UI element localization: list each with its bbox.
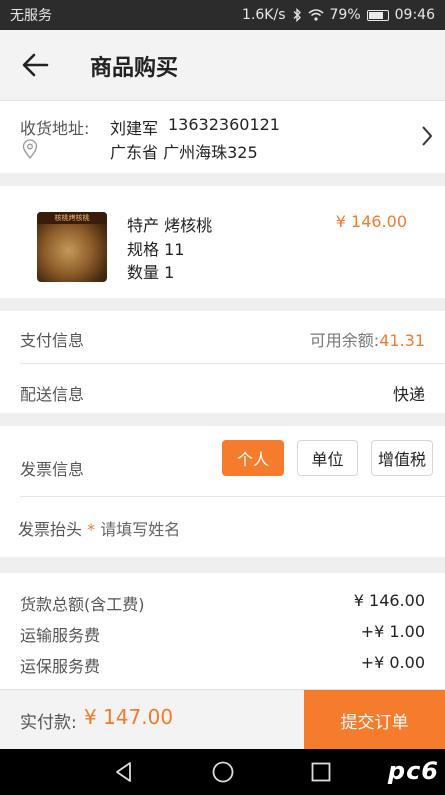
invoice-title-label: 发票抬头	[18, 520, 83, 539]
invoice-option-vat[interactable]: 增值税	[371, 440, 433, 476]
fee-value: +¥ 1.00	[360, 622, 425, 641]
product-name: 特产 烤核桃	[127, 216, 213, 235]
system-nav-bar: pc6	[0, 749, 445, 795]
watermark-logo: pc6	[388, 757, 439, 785]
balance-label: 可用余额:	[309, 331, 380, 350]
invoice-option-personal[interactable]: 个人	[222, 440, 284, 476]
chevron-right-icon	[422, 126, 433, 146]
product-image-caption: 核桃烤核桃	[37, 212, 107, 224]
product-price: ¥ 146.00	[335, 212, 407, 231]
fees-card: 货款总额(含工费) ¥ 146.00 运输服务费 +¥ 1.00 运保服务费 +…	[0, 573, 445, 689]
carrier-text: 无服务	[10, 8, 52, 24]
recipient-phone: 13632360121	[168, 115, 280, 134]
balance-row: 可用余额:41.31	[310, 327, 425, 351]
fee-label: 货款总额(含工费)	[20, 595, 145, 614]
balance-value: 41.31	[379, 331, 425, 350]
page-title: 商品购买	[90, 56, 179, 81]
recipient-name: 刘建军	[110, 119, 159, 138]
delivery-value[interactable]: 快递	[393, 381, 425, 405]
invoice-title-row[interactable]: 发票抬头 * 请填写姓名	[18, 516, 180, 540]
payment-delivery-card: 支付信息 可用余额:41.31 配送信息 快递	[0, 311, 445, 413]
fee-label: 运输服务费	[20, 626, 101, 645]
wifi-icon	[308, 9, 324, 21]
bluetooth-icon	[293, 8, 301, 22]
payment-label: 支付信息	[20, 331, 85, 350]
battery-icon	[366, 9, 389, 21]
invoice-card: 发票信息 个人 单位 增值税 发票抬头 * 请填写姓名	[0, 426, 445, 557]
nav-back-icon[interactable]	[112, 760, 136, 784]
divider	[20, 363, 445, 364]
location-pin-icon	[22, 139, 38, 159]
watermark-text: pc6	[387, 757, 439, 785]
submit-order-button[interactable]: 提交订单	[304, 690, 445, 750]
product-spec: 规格 11	[127, 240, 185, 259]
title-bar: 商品购买	[0, 30, 445, 101]
back-arrow-icon[interactable]	[20, 52, 50, 78]
status-bar: 无服务 1.6K/s 79% 09:46	[0, 0, 445, 30]
fee-label: 运保服务费	[20, 657, 101, 676]
product-quantity: 数量 1	[127, 263, 175, 282]
address-label: 收货地址:	[20, 119, 90, 138]
nav-recents-icon[interactable]	[309, 760, 333, 784]
pay-label: 实付款:	[20, 713, 77, 733]
checkout-bar: 实付款: ¥ 147.00 提交订单	[0, 689, 445, 750]
clock: 09:46	[394, 7, 435, 23]
address-line: 广东省 广州海珠325	[110, 143, 258, 162]
fee-value: +¥ 0.00	[360, 653, 425, 672]
product-card: 核桃烤核桃 特产 烤核桃 规格 11 数量 1 ¥ 146.00	[0, 186, 445, 298]
invoice-title-input[interactable]: 请填写姓名	[100, 520, 180, 539]
nav-home-icon[interactable]	[211, 760, 235, 784]
pay-amount: ¥ 147.00	[84, 705, 174, 729]
required-mark: *	[87, 520, 96, 539]
status-right: 1.6K/s 79% 09:46	[242, 7, 435, 23]
delivery-label: 配送信息	[20, 385, 85, 404]
product-image: 核桃烤核桃	[37, 212, 107, 282]
invoice-option-company[interactable]: 单位	[297, 440, 358, 476]
fee-value: ¥ 146.00	[353, 591, 425, 610]
divider	[20, 496, 445, 497]
battery-percent: 79%	[329, 7, 361, 23]
network-speed: 1.6K/s	[242, 7, 286, 23]
address-card[interactable]: 收货地址: 刘建军 13632360121 广东省 广州海珠325	[0, 101, 445, 173]
invoice-label: 发票信息	[20, 460, 85, 479]
